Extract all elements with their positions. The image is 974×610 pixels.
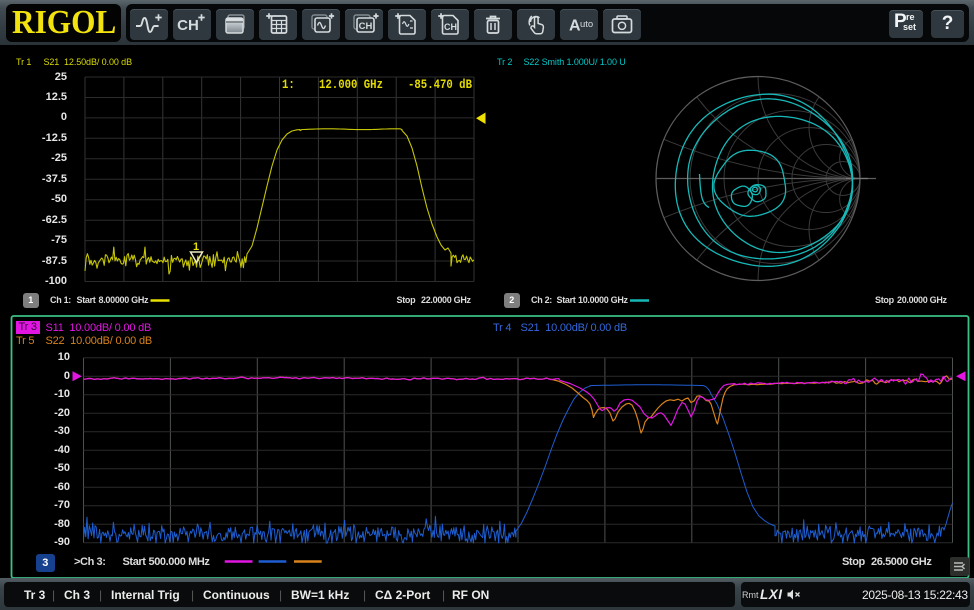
svg-text:1: 1 (193, 241, 199, 253)
svg-text:CH: CH (177, 17, 199, 34)
svg-text:CH: CH (444, 22, 457, 32)
svg-text:uto: uto (580, 19, 593, 30)
svg-text:CH: CH (359, 21, 373, 32)
